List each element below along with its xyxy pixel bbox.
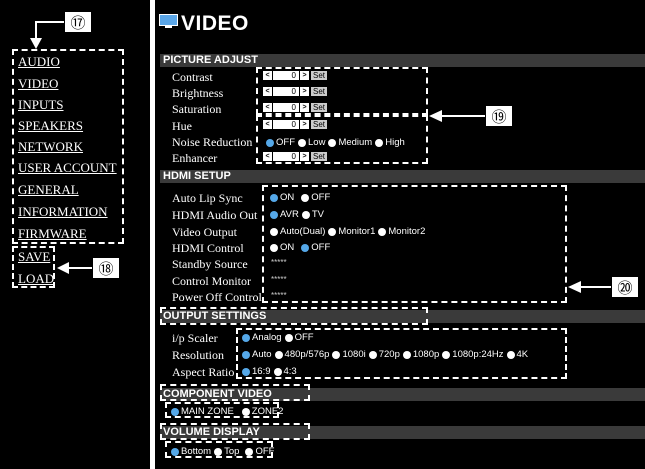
callout-20: ⑳ [611,276,639,298]
control-monitor-label: Control Monitor [172,274,252,288]
nav-group-outline [12,49,124,244]
picture-adjust-outline [256,67,428,115]
hdmi-audio-out-label: HDMI Audio Out [172,208,258,222]
ip-scaler-label: i/p Scaler [172,331,218,345]
main-panel: VIDEO PICTURE ADJUST Contrast < 0 > Set … [155,0,645,469]
auto-lip-sync-label: Auto Lip Sync [172,191,243,205]
component-video-header-outline [160,384,310,401]
callout-17: ⑰ [64,11,92,33]
enhancer-label: Enhancer [172,151,218,165]
saturation-label: Saturation [172,102,222,116]
callout-18-line [67,267,92,269]
arrow-down-icon [30,38,42,49]
hue-label: Hue [172,119,192,133]
callout-19: ⑲ [485,105,513,127]
screenshot: AUDIO VIDEO INPUTS SPEAKERS NETWORK USER… [0,0,645,469]
callout-17-line [35,21,65,23]
volume-display-header-outline [160,423,310,440]
section-header-picture-adjust: PICTURE ADJUST [160,54,645,67]
video-output-label: Video Output [172,225,237,239]
component-video-options-outline [165,402,279,418]
hdmi-control-label: HDMI Control [172,241,244,255]
standby-source-label: Standby Source [172,257,248,271]
volume-display-options-outline [165,441,273,458]
brightness-label: Brightness [172,86,224,100]
output-settings-values-outline [236,328,567,379]
left-nav-panel: AUDIO VIDEO INPUTS SPEAKERS NETWORK USER… [0,0,150,469]
monitor-icon [159,14,178,28]
resolution-label: Resolution [172,348,225,362]
aspect-ratio-label: Aspect Ratio [172,365,235,379]
page-title: VIDEO [181,12,249,35]
callout-19-line [440,115,485,117]
contrast-label: Contrast [172,70,213,84]
callout-20-line [579,286,611,288]
section-header-hdmi-setup: HDMI SETUP [160,170,645,183]
hdmi-setup-outline [262,185,567,303]
picture-adjust-outline-2 [256,115,428,164]
save-load-outline [12,246,55,288]
noise-reduction-label: Noise Reduction [172,135,253,149]
output-settings-outline [160,307,428,325]
power-off-control-label: Power Off Control [172,290,262,304]
callout-18: ⑱ [92,257,120,279]
